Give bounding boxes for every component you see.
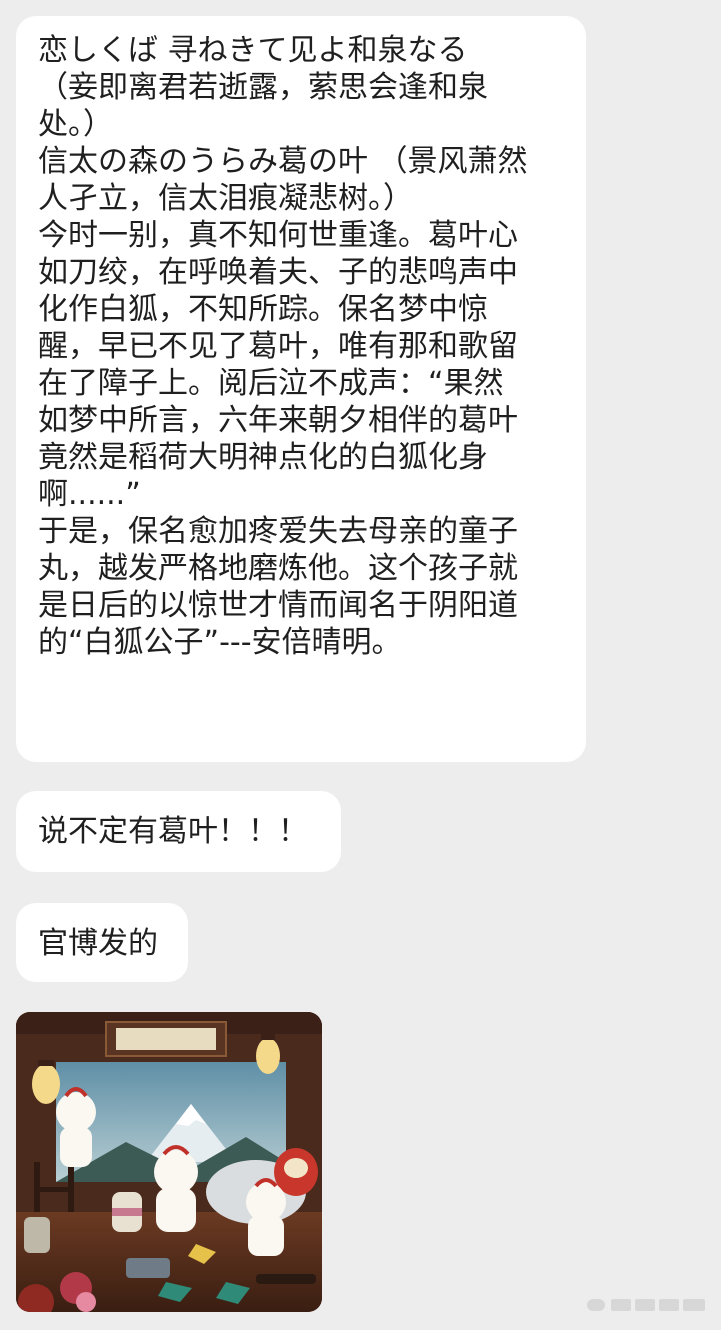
message-line: 的“白狐公子”---安倍晴明。 [38, 625, 402, 660]
message-bubble-official[interactable]: 官博发的 [16, 903, 188, 982]
message-line: 在了障子上。阅后泣不成声：“果然 [38, 366, 504, 401]
message-text: 官博发的 [38, 926, 158, 961]
message-line: 竟然是稻荷大明神点化的白狐化身 [38, 440, 488, 475]
message-line: 如梦中所言，六年来朝夕相伴的葛叶 [38, 403, 518, 438]
message-line: 今时一别，真不知何世重逢。葛叶心 [38, 218, 518, 253]
weibo-logo-icon [587, 1299, 605, 1311]
message-image[interactable] [16, 1012, 322, 1312]
message-line: （妾即离君若逝露，萦思会逢和泉 [38, 70, 488, 105]
watermark-glyph [611, 1299, 631, 1311]
message-line: 丸，越发严格地磨炼他。这个孩子就 [38, 551, 518, 586]
message-line: 人孑立，信太泪痕凝悲树。） [38, 181, 413, 216]
weibo-watermark [587, 1294, 707, 1316]
message-line: 是日后的以惊世才情而闻名于阴阳道 [38, 588, 518, 623]
message-line: 恋しくば 寻ねきて见よ和泉なる [38, 33, 468, 68]
message-line: 于是，保名愈加疼爱失去母亲的童子 [38, 514, 518, 549]
message-line: 如刀绞，在呼唤着夫、子的悲鸣声中 [38, 255, 518, 290]
message-line: 化作白狐，不知所踪。保名梦中惊 [38, 292, 488, 327]
watermark-glyph [683, 1299, 705, 1311]
watermark-glyph [635, 1299, 655, 1311]
message-bubble-kuzunoha[interactable]: 说不定有葛叶！！！ [16, 791, 341, 872]
message-line: 处。） [38, 107, 113, 142]
message-text: 说不定有葛叶！！！ [38, 814, 308, 849]
message-line: 醒，早已不见了葛叶，唯有那和歌留 [38, 329, 518, 364]
message-line: 啊......” [38, 477, 141, 512]
message-bubble-poem[interactable]: 恋しくば 寻ねきて见よ和泉なる （妾即离君若逝露，萦思会逢和泉 处。） 信太の森… [16, 16, 586, 762]
illustration-image [16, 1012, 322, 1312]
message-line: 信太の森のうらみ葛の叶 （景风萧然 [38, 144, 528, 179]
watermark-glyph [659, 1299, 679, 1311]
